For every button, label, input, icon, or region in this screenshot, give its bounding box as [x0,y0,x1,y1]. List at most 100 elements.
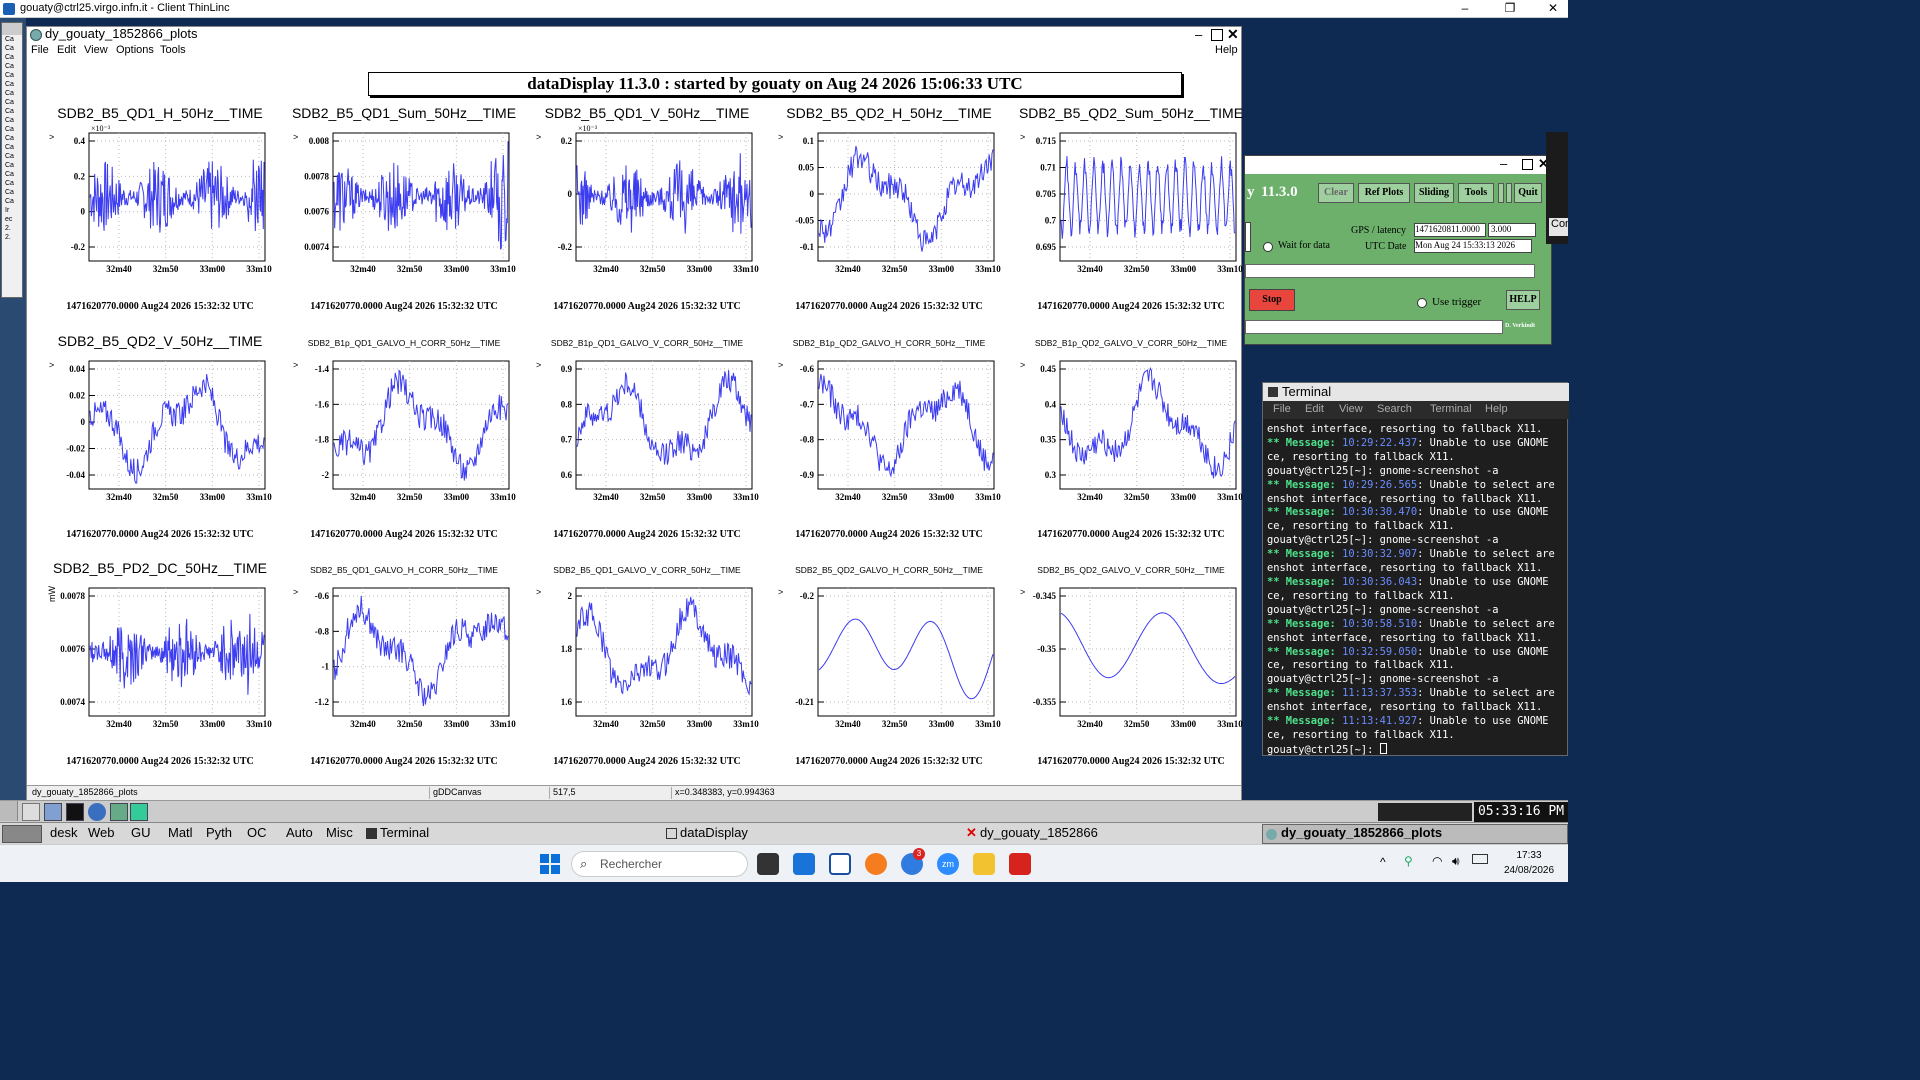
control-maximize-button[interactable] [1522,159,1533,170]
plot-canvas[interactable]: -1.4 -1.6 -1.8 -2 32m40 32m50 33m00 33m10 > [283,335,525,545]
plot-canvas[interactable]: -0.6 -0.8 -1 -1.2 32m40 32m50 33m00 33m10 > [283,562,525,772]
windows-time[interactable]: 17:33 [1500,850,1558,861]
task-datadisplay[interactable]: dataDisplay [664,825,748,843]
terminal-menu-edit[interactable]: Edit [1305,403,1324,415]
xorg-icon[interactable] [44,803,62,821]
use-trigger-radio[interactable] [1417,298,1427,308]
latency-field[interactable]: 3.000 [1488,223,1536,237]
ref-plots-button[interactable]: Ref Plots [1358,183,1410,203]
terminal-menu-search[interactable]: Search [1377,403,1412,415]
task-dy[interactable]: ✕ dy_gouaty_1852866 [964,825,1098,843]
plot-5[interactable]: SDB2_B5_QD2_Sum_50Hz__TIME 1471620770.000… [1010,105,1252,334]
plot-canvas[interactable]: 2 1.8 1.6 32m40 32m50 33m00 33m10 > [526,562,768,772]
zoom-icon[interactable]: zm [937,853,959,875]
acrobat-icon[interactable] [1009,853,1031,875]
tools-button[interactable]: Tools [1458,183,1494,203]
plot-canvas[interactable]: 0.0078 0.0076 0.0074 32m40 32m50 33m00 33m10 mW [39,562,281,772]
background-window-sliver[interactable]: Ca Ca Ca Ca Ca Ca Ca Ca Ca Ca Ca Ca Ca Ca Ca Ca Ca Ca Ca Ir… [1,22,23,298]
plot-canvas[interactable]: 0.9 0.8 0.7 0.6 32m40 32m50 33m00 33m10 > [526,335,768,545]
window-maximize-button[interactable] [1211,29,1223,41]
gps-field[interactable]: 1471620811.0000 [1414,223,1486,237]
plot-canvas[interactable]: 0.04 0.02 0 -0.02 -0.04 32m40 32m50 33m00 33m10 > [39,335,281,545]
plot-3[interactable]: SDB2_B5_QD1_V_50Hz__TIME 1471620770.0000 … [526,105,768,334]
task-terminal[interactable]: Terminal [364,825,429,843]
task-matl[interactable]: Matl [168,825,193,843]
panel-clock[interactable]: 05:33:16 PM [1474,802,1568,822]
terminal-output[interactable]: enshot interface, resorting to fallback … [1267,423,1569,757]
terminal-menu-terminal[interactable]: Terminal [1430,403,1472,415]
clear-button[interactable]: Clear [1318,183,1354,203]
menu-options[interactable]: Options [116,44,154,56]
thinlinc-taskbar-icon[interactable] [829,853,851,875]
menu-tools[interactable]: Tools [160,44,186,56]
terminal-menu-help[interactable]: Help [1485,403,1508,415]
tray-chevron-icon[interactable]: ^ [1380,855,1386,869]
con-tab[interactable]: Con [1549,218,1568,236]
volume-icon[interactable]: 🔊︎ [1452,854,1460,869]
windows-date[interactable]: 24/08/2026 [1500,865,1558,876]
task-view-icon[interactable] [757,853,779,875]
settings-launcher-icon[interactable] [110,803,128,821]
task-pyth[interactable]: Pyth [206,825,232,843]
windows-search-box[interactable]: ⌕ Rechercher [571,851,748,877]
battery-icon[interactable] [1472,854,1488,864]
plot-6[interactable]: SDB2_B5_QD2_V_50Hz__TIME 1471620770.0000 … [39,333,281,562]
plot-8[interactable]: SDB2_B1p_QD1_GALVO_V_CORR_50Hz__TIME 1471… [526,335,768,562]
plot-11[interactable]: SDB2_B5_PD2_DC_50Hz__TIME 1471620770.0000… [39,560,281,789]
chat-app-icon[interactable]: 3 [901,848,925,875]
windows-start-icon[interactable] [540,854,560,874]
plot-14[interactable]: SDB2_B5_QD2_GALVO_H_CORR_50Hz__TIME 14716… [768,562,1010,789]
file-explorer-icon[interactable] [973,853,995,875]
calc-launcher-icon[interactable] [130,803,148,821]
task-oc[interactable]: OC [247,825,267,843]
task-web[interactable]: Web [88,825,115,843]
help-button[interactable]: HELP [1506,290,1540,310]
window-close-button[interactable]: ✕ [1227,26,1239,43]
terminal-menu-file[interactable]: File [1273,403,1291,415]
plot-canvas[interactable]: 0.008 0.0078 0.0076 0.0074 32m40 32m50 33m00 33… [283,107,525,317]
wait-radio[interactable] [1263,242,1273,252]
stop-button[interactable]: Stop [1249,289,1295,311]
window-minimize-button[interactable]: – [1195,27,1202,42]
plot-7[interactable]: SDB2_B1p_QD1_GALVO_H_CORR_50Hz__TIME 1471… [283,335,525,562]
menu-file[interactable]: File [31,44,49,56]
utc-field[interactable]: Mon Aug 24 15:33:13 2026 [1414,239,1532,253]
plot-canvas[interactable]: 0.2 0 -0.2 32m40 32m50 33m00 33m10 > ×10⁻³ [526,107,768,317]
menu-view[interactable]: View [84,44,108,56]
panel-handle[interactable] [0,801,18,821]
control-minimize-button[interactable]: – [1500,156,1507,171]
plot-canvas[interactable]: 0.715 0.71 0.705 0.7 0.695 32m40 32m50 33m00 33m… [1010,107,1252,317]
plot-canvas[interactable]: -0.2 -0.21 32m40 32m50 33m00 33m10 > [768,562,1010,772]
plot-canvas[interactable]: 0.1 0.05 0 -0.05 -0.1 32m40 32m50 33m00 33m10 > [768,107,1010,317]
task-desk[interactable]: desk [50,825,77,843]
plot-1[interactable]: SDB2_B5_QD1_H_50Hz__TIME 1471620770.0000 … [39,105,281,334]
outlook-icon[interactable] [793,853,815,875]
task-dy-plots[interactable]: dy_gouaty_1852866_plots [1262,824,1568,844]
task-misc[interactable]: Misc [326,825,353,843]
task-auto[interactable]: Auto [286,825,313,843]
quit-button[interactable]: Quit [1514,183,1542,203]
wifi-icon[interactable]: ◠ [1432,854,1442,868]
task-gu[interactable]: GU [131,825,151,843]
plot-4[interactable]: SDB2_B5_QD2_H_50Hz__TIME 1471620770.0000 … [768,105,1010,334]
minimize-button[interactable]: – [1450,1,1480,15]
spacer-button-b[interactable] [1506,183,1512,203]
show-desktop-icon[interactable] [22,803,40,821]
terminal-menu-view[interactable]: View [1339,403,1363,415]
browser-launcher-icon[interactable] [88,803,106,821]
menu-edit[interactable]: Edit [57,44,76,56]
workspace-pager[interactable] [2,825,42,843]
spacer-button-a[interactable] [1498,183,1504,203]
sliding-button[interactable]: Sliding [1414,183,1454,203]
plot-10[interactable]: SDB2_B1p_QD2_GALVO_V_CORR_50Hz__TIME 1471… [1010,335,1252,562]
plot-canvas[interactable]: 0.4 0.2 0 -0.2 32m40 32m50 33m00 33m10 > ×10⁻³ [39,107,281,317]
plot-2[interactable]: SDB2_B5_QD1_Sum_50Hz__TIME 1471620770.000… [283,105,525,334]
plot-canvas[interactable]: 0.45 0.4 0.35 0.3 32m40 32m50 33m00 33m10 > [1010,335,1252,545]
plot-15[interactable]: SDB2_B5_QD2_GALVO_V_CORR_50Hz__TIME 14716… [1010,562,1252,789]
firefox-icon[interactable] [865,853,887,875]
plot-13[interactable]: SDB2_B5_QD1_GALVO_V_CORR_50Hz__TIME 14716… [526,562,768,789]
plot-12[interactable]: SDB2_B5_QD1_GALVO_H_CORR_50Hz__TIME 14716… [283,562,525,789]
terminal-launcher-icon[interactable] [66,803,84,821]
plot-canvas[interactable]: -0.6 -0.7 -0.8 -0.9 32m40 32m50 33m00 33m10 > [768,335,1010,545]
close-button[interactable]: ✕ [1538,1,1568,15]
